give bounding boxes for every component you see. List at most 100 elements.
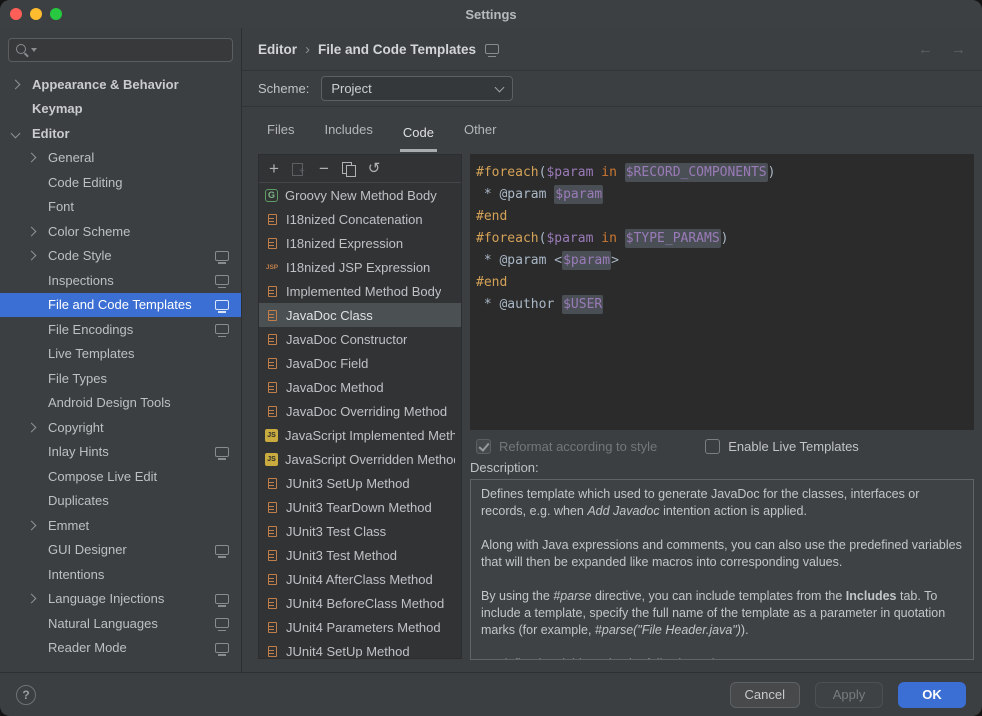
sidebar-item-duplicates[interactable]: Duplicates bbox=[0, 489, 241, 514]
sidebar-item-appearance-behavior[interactable]: Appearance & Behavior bbox=[0, 72, 241, 97]
reset-icon[interactable] bbox=[363, 159, 385, 179]
screen-badge-icon bbox=[215, 251, 229, 261]
sidebar-item-general[interactable]: General bbox=[0, 146, 241, 171]
search-history-chevron-icon[interactable] bbox=[31, 48, 37, 52]
sidebar-item-editor[interactable]: Editor bbox=[0, 121, 241, 146]
sidebar-item-font[interactable]: Font bbox=[0, 195, 241, 220]
template-item-javadoc-overriding-method[interactable]: JavaDoc Overriding Method bbox=[259, 399, 461, 423]
duplicate-icon[interactable] bbox=[338, 159, 360, 179]
chevron-right-icon[interactable] bbox=[27, 594, 37, 604]
template-item-i18nized-jsp-expression[interactable]: I18nized JSP Expression bbox=[259, 255, 461, 279]
code-token: in bbox=[601, 165, 617, 180]
template-editor[interactable]: #foreach($param in $RECORD_COMPONENTS) *… bbox=[470, 154, 974, 430]
template-item-junit3-setup-method[interactable]: JUnit3 SetUp Method bbox=[259, 471, 461, 495]
sidebar-item-emmet[interactable]: Emmet bbox=[0, 513, 241, 538]
code-token: ) bbox=[768, 165, 776, 180]
remove-icon[interactable] bbox=[313, 159, 335, 179]
sidebar-item-label: Live Templates bbox=[48, 346, 134, 361]
sidebar-item-inlay-hints[interactable]: Inlay Hints bbox=[0, 440, 241, 465]
tmpl-file-icon bbox=[265, 332, 279, 346]
reformat-checkbox[interactable]: Reformat according to style bbox=[476, 439, 657, 454]
template-item-junit3-teardown-method[interactable]: JUnit3 TearDown Method bbox=[259, 495, 461, 519]
sidebar-item-natural-languages[interactable]: Natural Languages bbox=[0, 611, 241, 636]
settings-tree: Appearance & BehaviorKeymapEditorGeneral… bbox=[0, 70, 241, 672]
code-token: #foreach bbox=[476, 231, 539, 246]
sidebar-item-gui-designer[interactable]: GUI Designer bbox=[0, 538, 241, 563]
template-item-javascript-overridden-method[interactable]: JavaScript Overridden Method bbox=[259, 447, 461, 471]
template-item-javadoc-constructor[interactable]: JavaDoc Constructor bbox=[259, 327, 461, 351]
template-item-javadoc-class[interactable]: JavaDoc Class bbox=[259, 303, 461, 327]
tab-other[interactable]: Other bbox=[461, 122, 500, 149]
sidebar-item-inspections[interactable]: Inspections bbox=[0, 268, 241, 293]
help-button[interactable]: ? bbox=[16, 685, 36, 705]
template-item-groovy-new-method-body[interactable]: Groovy New Method Body bbox=[259, 183, 461, 207]
breadcrumb-file-and-code-templates[interactable]: File and Code Templates bbox=[318, 42, 476, 57]
chevron-right-icon[interactable] bbox=[27, 251, 37, 261]
sidebar-item-code-editing[interactable]: Code Editing bbox=[0, 170, 241, 195]
ok-button[interactable]: OK bbox=[898, 682, 966, 708]
tmpl-file-icon bbox=[265, 620, 279, 634]
template-item-label: JavaScript Implemented Method bbox=[285, 428, 455, 443]
apply-button[interactable]: Apply bbox=[815, 682, 883, 708]
add-icon[interactable] bbox=[263, 159, 285, 179]
code-line: #end bbox=[476, 272, 974, 294]
sidebar-item-intentions[interactable]: Intentions bbox=[0, 562, 241, 587]
template-item-junit4-setup-method[interactable]: JUnit4 SetUp Method bbox=[259, 639, 461, 658]
back-arrow-icon[interactable]: ← bbox=[918, 41, 933, 58]
template-item-junit3-test-class[interactable]: JUnit3 Test Class bbox=[259, 519, 461, 543]
scheme-select[interactable]: Project bbox=[321, 76, 513, 101]
close-button[interactable] bbox=[10, 8, 22, 20]
description-box[interactable]: Defines template which used to generate … bbox=[470, 479, 974, 660]
template-item-junit4-parameters-method[interactable]: JUnit4 Parameters Method bbox=[259, 615, 461, 639]
sidebar-item-code-style[interactable]: Code Style bbox=[0, 244, 241, 269]
sidebar-item-copyright[interactable]: Copyright bbox=[0, 415, 241, 440]
tab-files[interactable]: Files bbox=[264, 122, 297, 149]
template-item-junit4-afterclass-method[interactable]: JUnit4 AfterClass Method bbox=[259, 567, 461, 591]
breadcrumb-editor[interactable]: Editor bbox=[258, 42, 297, 57]
template-item-i18nized-concatenation[interactable]: I18nized Concatenation bbox=[259, 207, 461, 231]
chevron-right-icon[interactable] bbox=[27, 226, 37, 236]
template-item-implemented-method-body[interactable]: Implemented Method Body bbox=[259, 279, 461, 303]
sidebar-item-reader-mode[interactable]: Reader Mode bbox=[0, 636, 241, 661]
cancel-button[interactable]: Cancel bbox=[730, 682, 800, 708]
sidebar-item-file-and-code-templates[interactable]: File and Code Templates bbox=[0, 293, 241, 318]
checkbox-icon bbox=[705, 439, 720, 454]
tab-code[interactable]: Code bbox=[400, 125, 437, 152]
enable-live-templates-checkbox[interactable]: Enable Live Templates bbox=[705, 439, 859, 454]
template-item-label: Implemented Method Body bbox=[286, 284, 441, 299]
main-panel: Editor › File and Code Templates ← → Sch… bbox=[242, 28, 982, 672]
chevron-right-icon[interactable] bbox=[27, 520, 37, 530]
code-token: * @author bbox=[476, 297, 562, 312]
forward-arrow-icon[interactable]: → bbox=[951, 41, 966, 58]
tab-includes[interactable]: Includes bbox=[321, 122, 375, 149]
zoom-button[interactable] bbox=[50, 8, 62, 20]
sidebar-item-color-scheme[interactable]: Color Scheme bbox=[0, 219, 241, 244]
template-item-junit3-test-method[interactable]: JUnit3 Test Method bbox=[259, 543, 461, 567]
template-item-javadoc-field[interactable]: JavaDoc Field bbox=[259, 351, 461, 375]
sidebar-item-compose-live-edit[interactable]: Compose Live Edit bbox=[0, 464, 241, 489]
template-item-i18nized-expression[interactable]: I18nized Expression bbox=[259, 231, 461, 255]
sidebar-item-file-encodings[interactable]: File Encodings bbox=[0, 317, 241, 342]
chevron-right-icon[interactable] bbox=[27, 153, 37, 163]
code-token: $param bbox=[546, 231, 593, 246]
chevron-right-icon[interactable] bbox=[11, 79, 21, 89]
groovy-file-icon bbox=[265, 189, 278, 202]
breadcrumb-separator-icon: › bbox=[305, 41, 310, 58]
sidebar-item-file-types[interactable]: File Types bbox=[0, 366, 241, 391]
settings-window: Settings Appearance & BehaviorKeymapEdit… bbox=[0, 0, 982, 716]
sidebar-item-android-design-tools[interactable]: Android Design Tools bbox=[0, 391, 241, 416]
code-token: ) bbox=[721, 231, 729, 246]
search-input[interactable] bbox=[8, 38, 233, 62]
sidebar-item-live-templates[interactable]: Live Templates bbox=[0, 342, 241, 367]
template-item-junit4-beforeclass-method[interactable]: JUnit4 BeforeClass Method bbox=[259, 591, 461, 615]
minimize-button[interactable] bbox=[30, 8, 42, 20]
chevron-down-icon[interactable] bbox=[11, 128, 21, 138]
template-item-javadoc-method[interactable]: JavaDoc Method bbox=[259, 375, 461, 399]
code-token: $RECORD_COMPONENTS bbox=[625, 163, 768, 182]
chevron-right-icon[interactable] bbox=[27, 422, 37, 432]
tmpl-file-icon bbox=[265, 524, 279, 538]
add-child-icon[interactable] bbox=[288, 159, 310, 179]
sidebar-item-keymap[interactable]: Keymap bbox=[0, 97, 241, 122]
sidebar-item-language-injections[interactable]: Language Injections bbox=[0, 587, 241, 612]
template-item-javascript-implemented-method[interactable]: JavaScript Implemented Method bbox=[259, 423, 461, 447]
